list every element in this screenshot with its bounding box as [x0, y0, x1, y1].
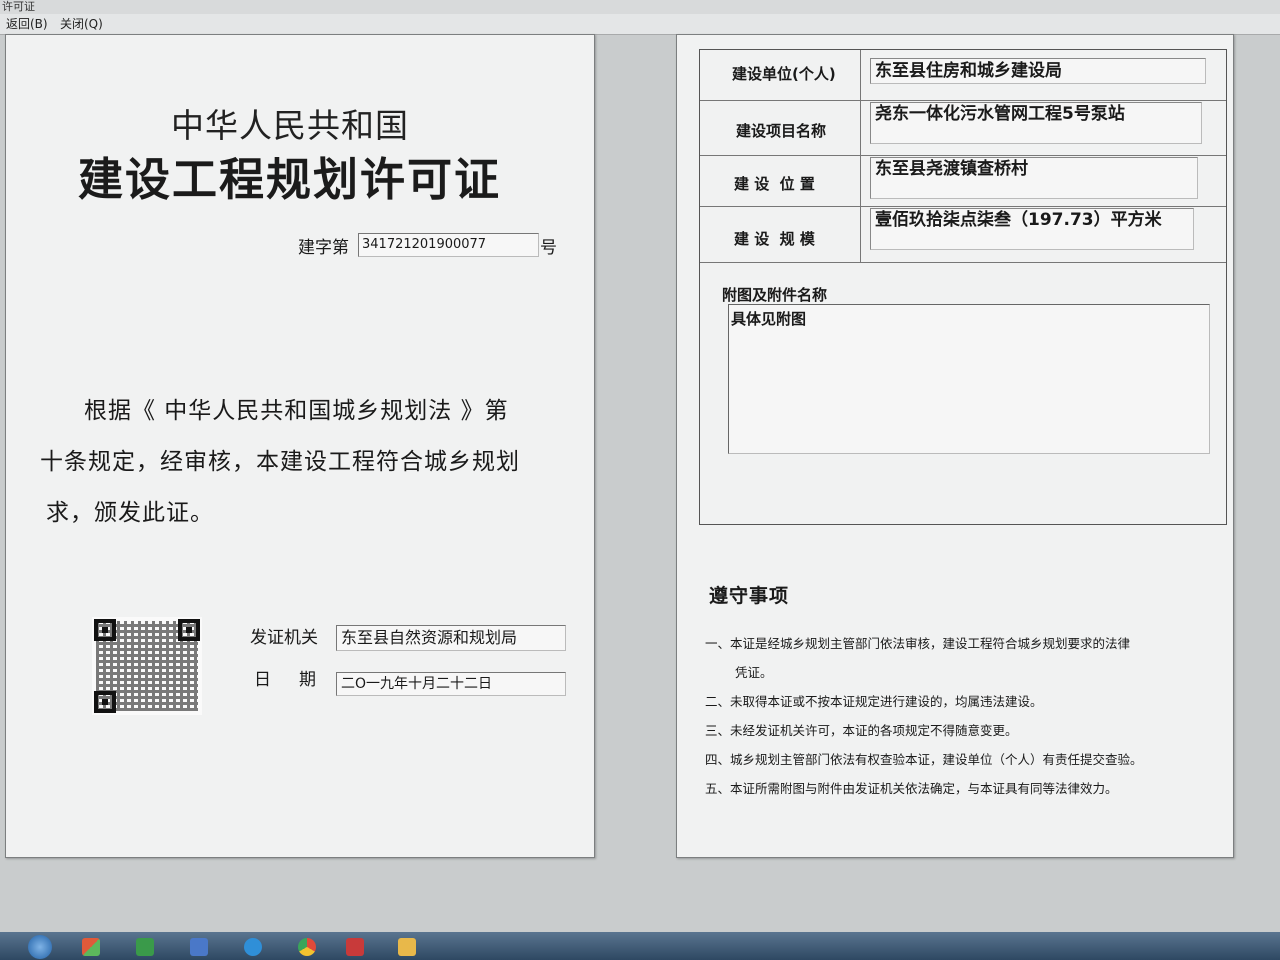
- chart-app-icon[interactable]: [136, 938, 154, 956]
- certificate-body-line-1: 根据《 中华人民共和国城乡规划法 》第: [84, 398, 509, 424]
- notice-item: 凭证。: [735, 665, 773, 680]
- notice-item: 二、未取得本证或不按本证规定进行建设的，均属违法建设。: [705, 694, 1043, 709]
- date-label: 日期: [254, 670, 344, 690]
- back-menu-item[interactable]: 返回(B): [6, 14, 48, 34]
- project-info-table: 建设单位(个人) 东至县住房和城乡建设局 建设项目名称 尧东一体化污水管网工程5…: [699, 49, 1227, 525]
- permit-number-suffix: 号: [540, 238, 557, 258]
- browser-s-icon[interactable]: [244, 938, 262, 956]
- certificate-body-line-2: 十条规定，经审核，本建设工程符合城乡规划: [40, 449, 520, 475]
- field-row-scale: 建 设 规 模 壹佰玖拾柒点柒叁（197.73）平方米: [700, 206, 1226, 263]
- notice-list: 一、本证是经城乡规划主管部门依法审核，建设工程符合城乡规划要求的法律 凭证。 二…: [705, 629, 1225, 803]
- construction-unit-field[interactable]: 东至县住房和城乡建设局: [870, 58, 1206, 84]
- windows-icon[interactable]: [82, 938, 100, 956]
- notice-item: 一、本证是经城乡规划主管部门依法审核，建设工程符合城乡规划要求的法律: [705, 636, 1131, 651]
- window-title: 许可证: [0, 0, 1280, 14]
- field-row-project-name: 建设项目名称 尧东一体化污水管网工程5号泵站: [700, 100, 1226, 156]
- notice-item: 四、城乡规划主管部门依法有权查验本证，建设单位（个人）有责任提交查验。: [705, 752, 1143, 767]
- location-field[interactable]: 东至县尧渡镇查桥村: [870, 157, 1198, 199]
- shield-app-icon[interactable]: [346, 938, 364, 956]
- notice-item: 三、未经发证机关许可，本证的各项规定不得随意变更。: [705, 723, 1018, 738]
- close-menu-item[interactable]: 关闭(Q): [60, 14, 103, 34]
- date-field[interactable]: 二O一九年十月二十二日: [336, 672, 566, 696]
- field-label: 建 设 规 模: [734, 230, 815, 248]
- permit-number-field[interactable]: 341721201900077: [358, 233, 539, 257]
- attachment-label: 附图及附件名称: [722, 286, 828, 304]
- certificate-body-line-3: 求，颁发此证。: [46, 500, 214, 526]
- chrome-icon[interactable]: [298, 938, 316, 956]
- field-label: 建设单位(个人): [732, 65, 836, 83]
- bird-app-icon[interactable]: [190, 938, 208, 956]
- notice-item: 五、本证所需附图与附件由发证机关依法确定，与本证具有同等法律效力。: [705, 781, 1118, 796]
- project-name-field[interactable]: 尧东一体化污水管网工程5号泵站: [870, 102, 1202, 144]
- issuer-field[interactable]: 东至县自然资源和规划局: [336, 625, 566, 651]
- scale-field[interactable]: 壹佰玖拾柒点柒叁（197.73）平方米: [870, 208, 1194, 250]
- certificate-main-title: 建设工程规划许可证: [78, 153, 502, 206]
- folder-icon[interactable]: [398, 938, 416, 956]
- field-row-location: 建 设 位 置 东至县尧渡镇查桥村: [700, 155, 1226, 207]
- start-orb-icon[interactable]: [28, 935, 52, 959]
- permit-number-label: 建字第: [298, 238, 349, 258]
- qr-code-icon: [92, 617, 202, 715]
- menu-bar: 返回(B) 关闭(Q): [0, 14, 1280, 35]
- certificate-country-title: 中华人民共和国: [171, 106, 409, 145]
- notice-title: 遵守事项: [709, 585, 790, 607]
- taskbar: [0, 932, 1280, 960]
- certificate-detail-page: 建设单位(个人) 东至县住房和城乡建设局 建设项目名称 尧东一体化污水管网工程5…: [676, 34, 1234, 858]
- field-label: 建 设 位 置: [734, 175, 815, 193]
- field-row-construction-unit: 建设单位(个人) 东至县住房和城乡建设局: [700, 50, 1226, 101]
- attachment-field[interactable]: 具体见附图: [728, 304, 1210, 454]
- field-label: 建设项目名称: [736, 122, 827, 140]
- certificate-front-page: 中华人民共和国 建设工程规划许可证 建字第 341721201900077 号 …: [5, 34, 595, 858]
- issuer-label: 发证机关: [250, 628, 318, 648]
